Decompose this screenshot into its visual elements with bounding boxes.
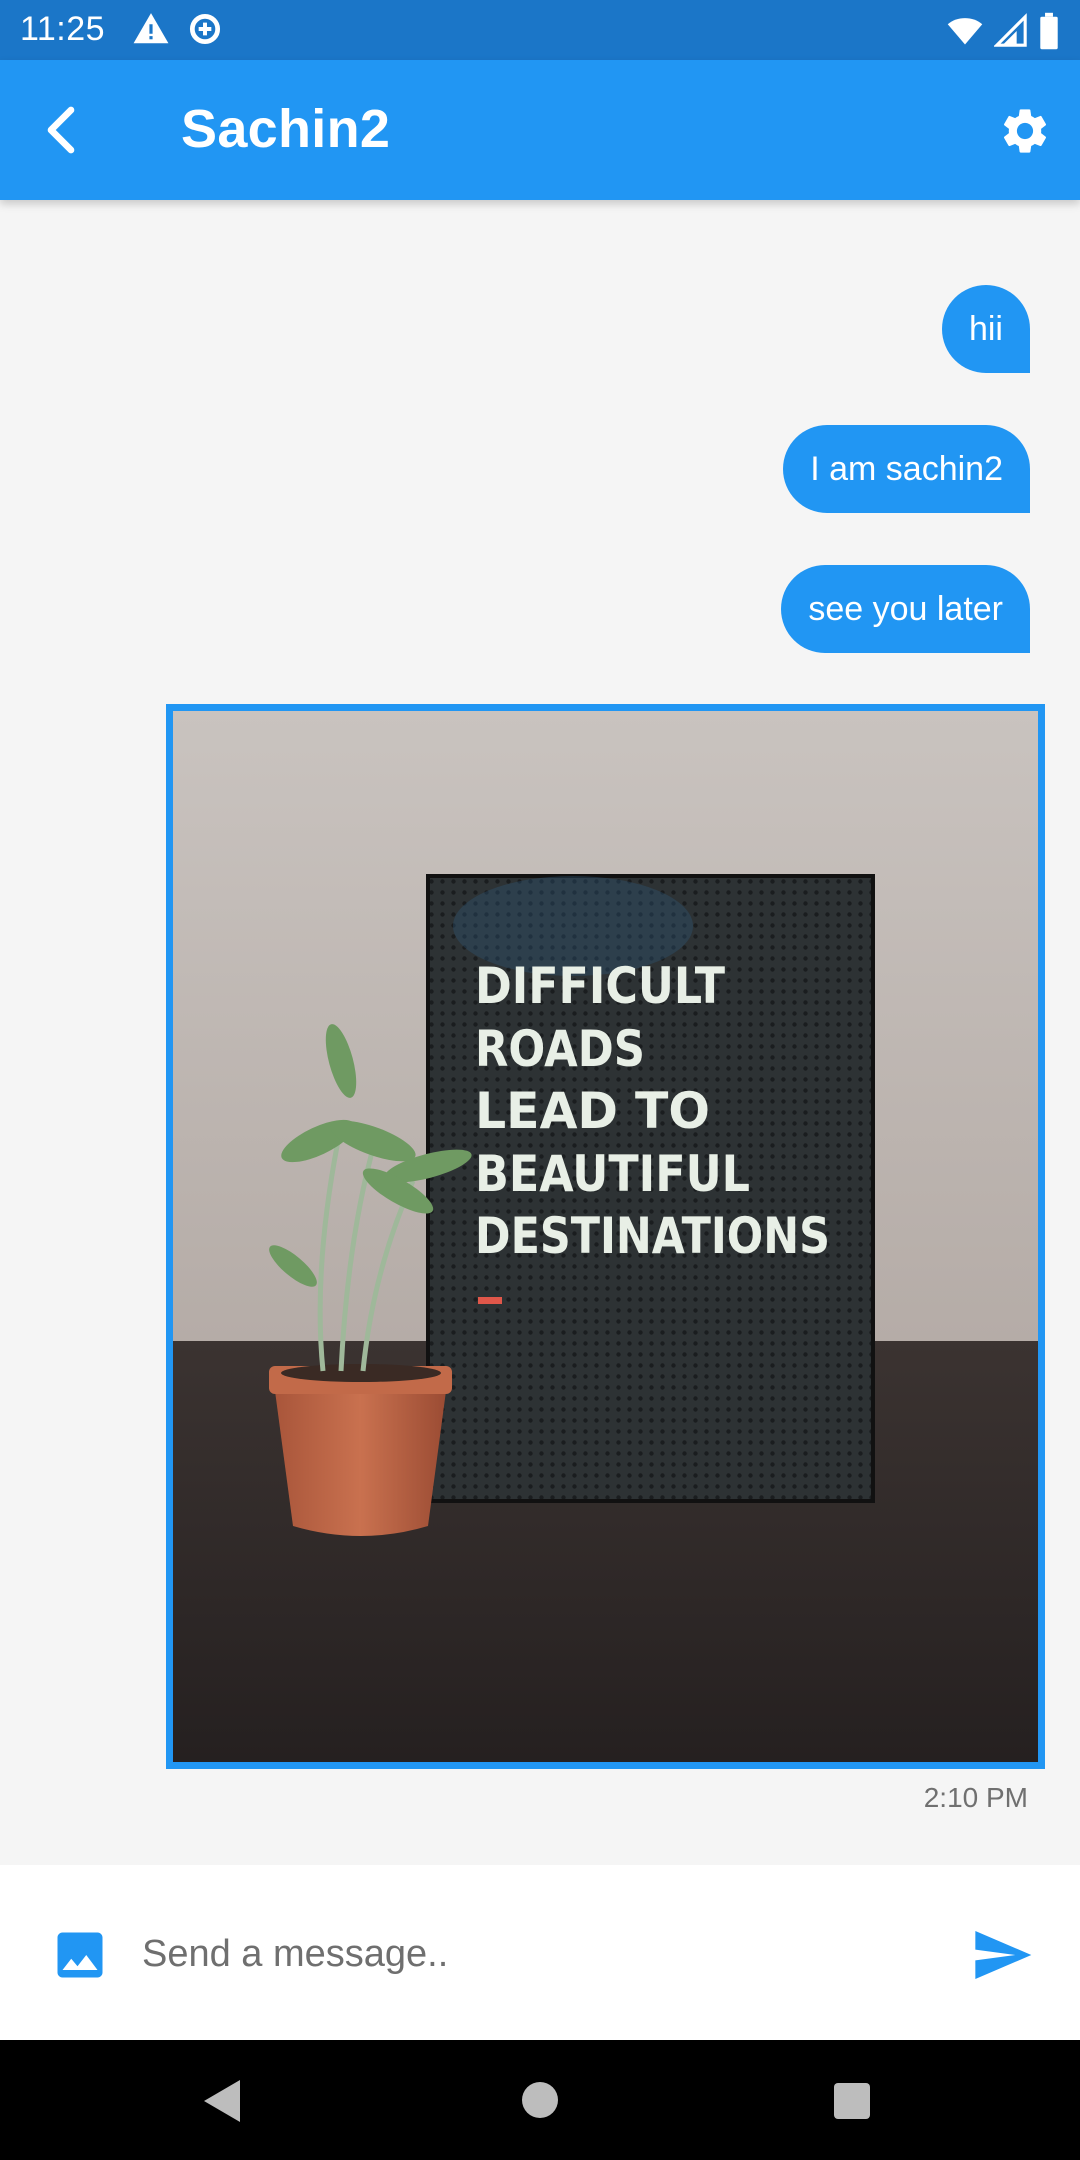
board-line: DESTINATIONS <box>475 1207 830 1265</box>
arrow-back-icon <box>47 106 75 154</box>
message-bubble[interactable]: hii <box>941 285 1030 373</box>
back-button[interactable] <box>28 97 94 163</box>
image-message[interactable]: DIFFICULT ROADS LEAD TO BEAUTIFUL DESTIN… <box>166 704 1045 1769</box>
warning-icon <box>133 13 169 44</box>
image-icon <box>57 1932 103 1978</box>
board-line: BEAUTIFUL <box>475 1145 750 1203</box>
cell-signal-icon <box>994 13 1027 47</box>
board-line: LEAD TO <box>475 1082 710 1140</box>
message-composer <box>0 1865 1080 2040</box>
send-icon <box>975 1931 1032 1979</box>
send-button[interactable] <box>970 1923 1034 1987</box>
gear-icon <box>1003 109 1047 153</box>
system-nav-bar <box>0 2040 1080 2160</box>
nav-recents-icon[interactable] <box>833 2082 871 2120</box>
status-bar: 11:25 <box>0 0 1080 60</box>
message-input[interactable] <box>140 1913 944 1995</box>
status-right-icons <box>946 12 1060 50</box>
message-bubble[interactable]: see you later <box>781 565 1030 653</box>
letterboard-photo: DIFFICULT ROADS LEAD TO BEAUTIFUL DESTIN… <box>173 711 1038 1762</box>
wifi-icon <box>947 18 983 45</box>
status-time: 11:25 <box>20 10 106 48</box>
chat-title: Sachin2 <box>181 99 391 159</box>
message-timestamp: 2:10 PM <box>923 1782 1028 1813</box>
settings-button[interactable] <box>994 100 1056 162</box>
board-line: ROADS <box>475 1020 645 1078</box>
data-saver-icon <box>189 13 221 45</box>
app-bar: Sachin2 <box>0 60 1080 200</box>
battery-icon <box>1040 12 1058 50</box>
nav-back-icon[interactable] <box>200 2078 244 2124</box>
status-left-icons <box>132 10 224 48</box>
chat-screen: 11:25 Sachin2 hii I am sachin2 see you l… <box>0 0 1080 2160</box>
nav-home-icon[interactable] <box>520 2080 560 2120</box>
board-line: DIFFICULT <box>475 957 725 1015</box>
attach-image-button[interactable] <box>50 1925 110 1985</box>
message-bubble[interactable]: I am sachin2 <box>783 425 1030 513</box>
